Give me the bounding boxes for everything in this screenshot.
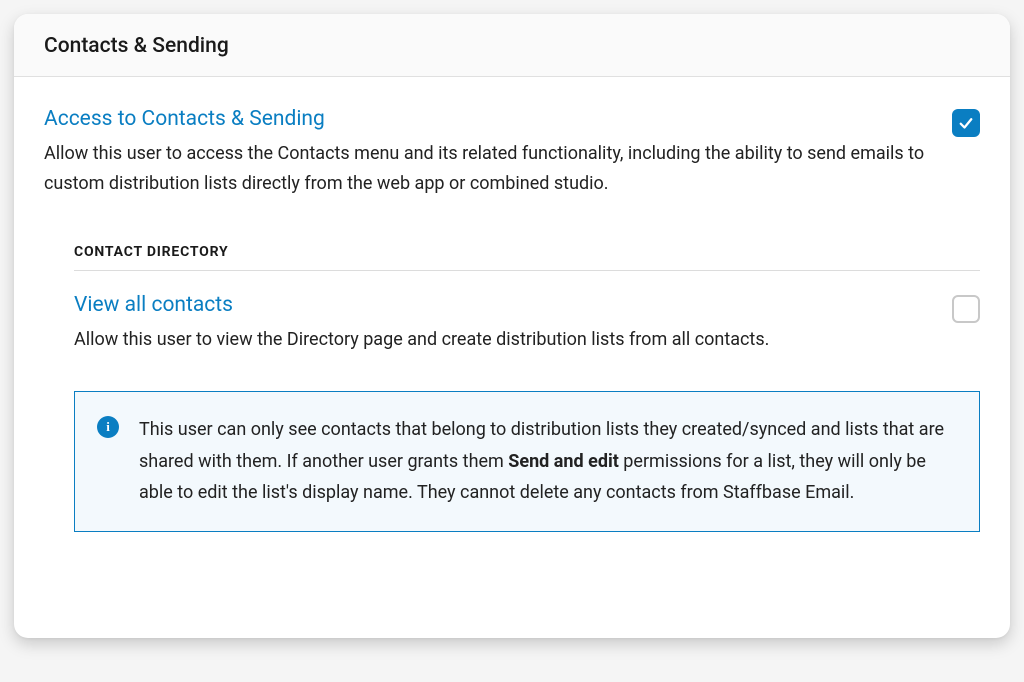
panel-body: Access to Contacts & Sending Allow this … xyxy=(14,77,1010,560)
contact-directory-header: CONTACT DIRECTORY xyxy=(74,244,980,271)
contact-directory-section: CONTACT DIRECTORY View all contacts Allo… xyxy=(44,244,980,531)
view-all-description: Allow this user to view the Directory pa… xyxy=(74,325,928,355)
info-text: This user can only see contacts that bel… xyxy=(139,414,955,509)
panel-header: Contacts & Sending xyxy=(14,14,1010,77)
access-checkbox[interactable] xyxy=(952,109,980,137)
info-icon: i xyxy=(97,416,119,438)
check-icon xyxy=(957,114,975,132)
info-callout: i This user can only see contacts that b… xyxy=(74,391,980,532)
view-all-title: View all contacts xyxy=(74,293,928,317)
access-description: Allow this user to access the Contacts m… xyxy=(44,139,928,198)
view-all-setting-row: View all contacts Allow this user to vie… xyxy=(74,293,980,355)
access-title: Access to Contacts & Sending xyxy=(44,107,928,131)
view-all-setting-text: View all contacts Allow this user to vie… xyxy=(74,293,928,355)
view-all-checkbox[interactable] xyxy=(952,295,980,323)
access-setting-row: Access to Contacts & Sending Allow this … xyxy=(44,107,980,198)
access-setting-text: Access to Contacts & Sending Allow this … xyxy=(44,107,928,198)
settings-panel: Contacts & Sending Access to Contacts & … xyxy=(14,14,1010,638)
info-text-strong: Send and edit xyxy=(508,451,619,472)
panel-title: Contacts & Sending xyxy=(44,34,980,58)
